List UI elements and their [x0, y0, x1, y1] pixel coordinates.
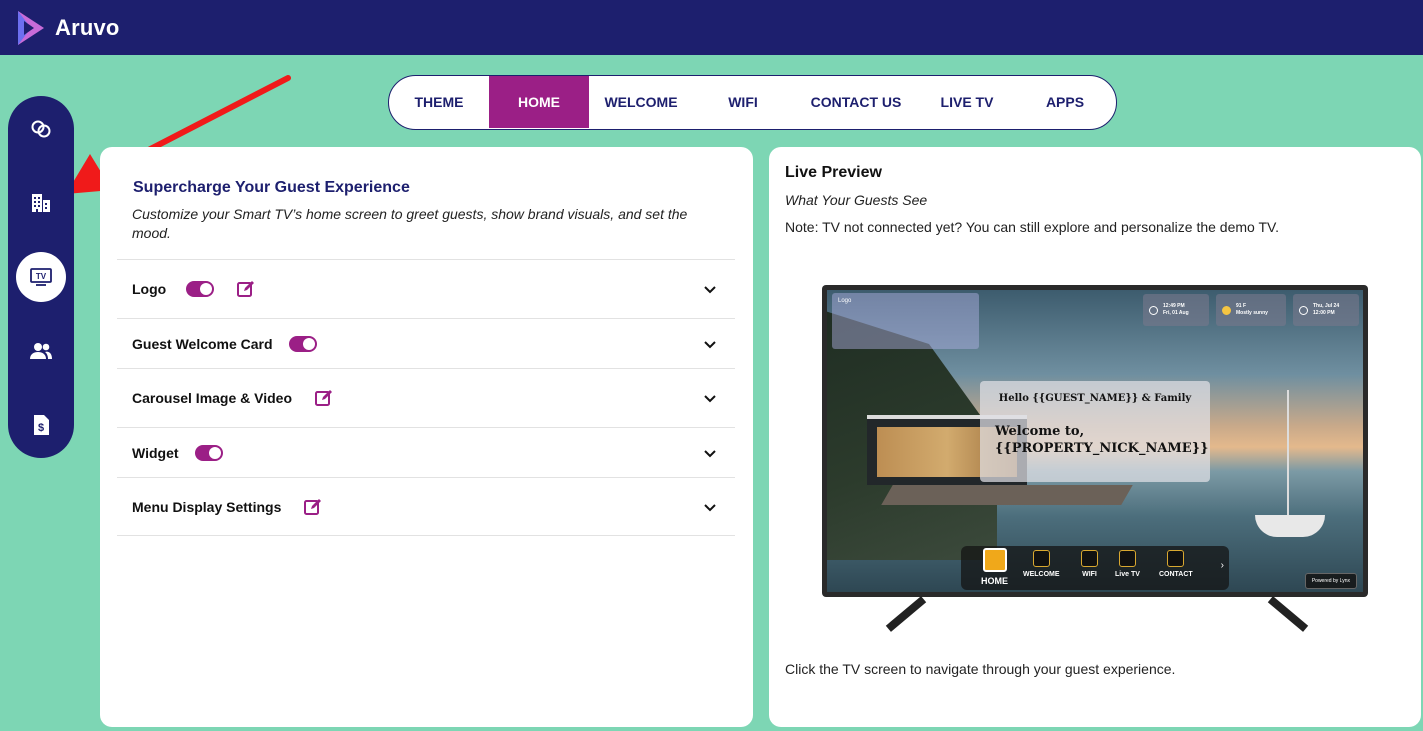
preview-note: Note: TV not connected yet? You can stil… [785, 219, 1279, 235]
tab-home[interactable]: HOME [489, 76, 589, 128]
live-tv-icon [1118, 550, 1136, 567]
checkout-icon [1299, 305, 1308, 315]
chevron-down-icon[interactable] [703, 337, 717, 351]
folder-icon [1032, 550, 1050, 567]
tv-checkout-widget: Thu, Jul 24 12:00 PM [1293, 294, 1359, 326]
accordion-label: Guest Welcome Card [132, 335, 273, 352]
settings-description: Customize your Smart TV’s home screen to… [132, 206, 688, 241]
tv-welcome-line2: {{PROPERTY_NICK_NAME}} [995, 441, 1209, 456]
tv-logo-placeholder: Logo [832, 293, 979, 349]
aruvo-logo-icon [18, 11, 44, 45]
tab-welcome[interactable]: WELCOME [589, 76, 693, 128]
tv-checkout-time: 12:00 PM [1313, 310, 1335, 316]
preview-footer: Click the TV screen to navigate through … [785, 661, 1176, 677]
invoice-icon: $ [34, 415, 49, 435]
accordion-carousel[interactable]: Carousel Image & Video [117, 368, 735, 427]
scene-boat [1255, 515, 1325, 537]
tv-weather: Mostly sunny [1236, 310, 1268, 316]
linked-rings-icon [31, 120, 51, 138]
wifi-icon [1081, 550, 1098, 567]
edit-icon[interactable] [315, 389, 333, 407]
tv-icon-label: TV [36, 272, 47, 281]
tv-menu-contact[interactable]: CONTACT [1159, 550, 1193, 578]
chevron-right-icon[interactable]: › [1221, 560, 1224, 571]
accordion-label: Carousel Image & Video [132, 390, 293, 406]
scene-deck [881, 485, 1133, 505]
tv-menu-home[interactable]: HOME [981, 548, 1008, 586]
home-settings-card: Supercharge Your Guest Experience Custom… [100, 147, 753, 727]
tv-time: 12:49 PM [1163, 303, 1185, 309]
accordion-label: Widget [132, 444, 179, 461]
tv-temp: 91 F [1236, 303, 1247, 309]
preview-title: Live Preview [785, 164, 882, 181]
tv-stand-left [885, 596, 927, 632]
chevron-down-icon[interactable] [703, 446, 717, 460]
edit-icon[interactable] [304, 498, 322, 516]
tv-weather-widget: 91 F Mostly sunny [1216, 294, 1286, 326]
tv-time-widget: 12:49 PM Fri, 01 Aug [1143, 294, 1209, 326]
tab-bar: THEME HOME WELCOME WIFI CONTACT US LIVE … [388, 75, 1117, 130]
top-bar: Aruvo [0, 0, 1423, 55]
tv-menu-welcome[interactable]: WELCOME [1023, 550, 1060, 578]
accordion-label: Logo [132, 281, 167, 297]
tab-apps[interactable]: APPS [1015, 76, 1115, 128]
tv-menu-label: HOME [981, 576, 1008, 586]
accordion-widget[interactable]: Widget [117, 427, 735, 477]
tv-date: Fri, 01 Aug [1163, 310, 1189, 316]
tv-stand-right [1267, 596, 1309, 632]
tv-menu-label: WIFI [1082, 571, 1097, 578]
users-icon [30, 343, 52, 359]
clock-icon [1149, 305, 1158, 315]
tab-theme[interactable]: THEME [389, 76, 489, 128]
accordion-label: Menu Display Settings [132, 498, 282, 515]
powered-by-badge: Powered by Lynx [1304, 573, 1357, 589]
chevron-down-icon[interactable] [703, 500, 717, 514]
tv-welcome-card: Hello {{GUEST_NAME}} & Family Welcome to… [980, 381, 1210, 482]
scene-mast [1287, 390, 1289, 515]
tab-wifi[interactable]: WIFI [693, 76, 793, 128]
svg-text:$: $ [38, 422, 44, 434]
side-nav: TV $ [8, 96, 74, 458]
guest-welcome-card-toggle[interactable] [288, 335, 317, 352]
building-icon [32, 194, 50, 212]
app-name: Aruvo [55, 15, 120, 40]
tv-menu-label: CONTACT [1159, 571, 1193, 578]
accordion-guest-welcome-card[interactable]: Guest Welcome Card [117, 318, 735, 368]
tv-menu-label: Live TV [1115, 571, 1140, 578]
tv-menu-bar: HOME WELCOME WIFI Live TV CONTACT › [961, 546, 1229, 590]
preview-subtitle: What Your Guests See [785, 192, 928, 208]
brand[interactable]: Aruvo [15, 9, 120, 47]
tv-welcome-line1: Welcome to, [995, 424, 1085, 439]
home-icon [982, 548, 1007, 572]
tab-live-tv[interactable]: LIVE TV [919, 76, 1015, 128]
tv-preview[interactable]: Logo 12:49 PM Fri, 01 Aug 91 F Mostly sunn… [822, 285, 1368, 632]
divider [117, 535, 735, 536]
logo-toggle[interactable] [186, 281, 215, 297]
tv-icon: TV [30, 268, 52, 286]
sun-icon [1222, 305, 1231, 315]
tv-hello: Hello {{GUEST_NAME}} & Family [998, 393, 1192, 404]
live-preview-card: Live Preview What Your Guests See Note: … [769, 147, 1421, 727]
settings-title: Supercharge Your Guest Experience [133, 179, 410, 196]
accordion-menu-display-settings[interactable]: Menu Display Settings [117, 477, 735, 535]
nav-guests[interactable] [16, 326, 66, 376]
nav-integrations[interactable] [16, 104, 66, 154]
nav-tv[interactable]: TV [16, 252, 66, 302]
tv-checkout-date: Thu, Jul 24 [1313, 303, 1340, 309]
tv-screen[interactable]: Logo 12:49 PM Fri, 01 Aug 91 F Mostly sunn… [827, 290, 1363, 592]
widget-toggle[interactable] [194, 444, 223, 461]
tv-logo-alt: Logo [838, 298, 852, 304]
contact-icon [1167, 550, 1185, 567]
nav-properties[interactable] [16, 178, 66, 228]
chevron-down-icon[interactable] [703, 391, 717, 405]
tab-contact-us[interactable]: CONTACT US [793, 76, 919, 128]
accordion-logo[interactable]: Logo [117, 259, 735, 318]
tv-menu-live-tv[interactable]: Live TV [1115, 550, 1140, 578]
nav-billing[interactable]: $ [16, 400, 66, 450]
tv-menu-label: WELCOME [1023, 571, 1060, 578]
chevron-down-icon[interactable] [703, 282, 717, 296]
edit-icon[interactable] [237, 280, 255, 298]
tv-menu-wifi[interactable]: WIFI [1081, 550, 1098, 578]
